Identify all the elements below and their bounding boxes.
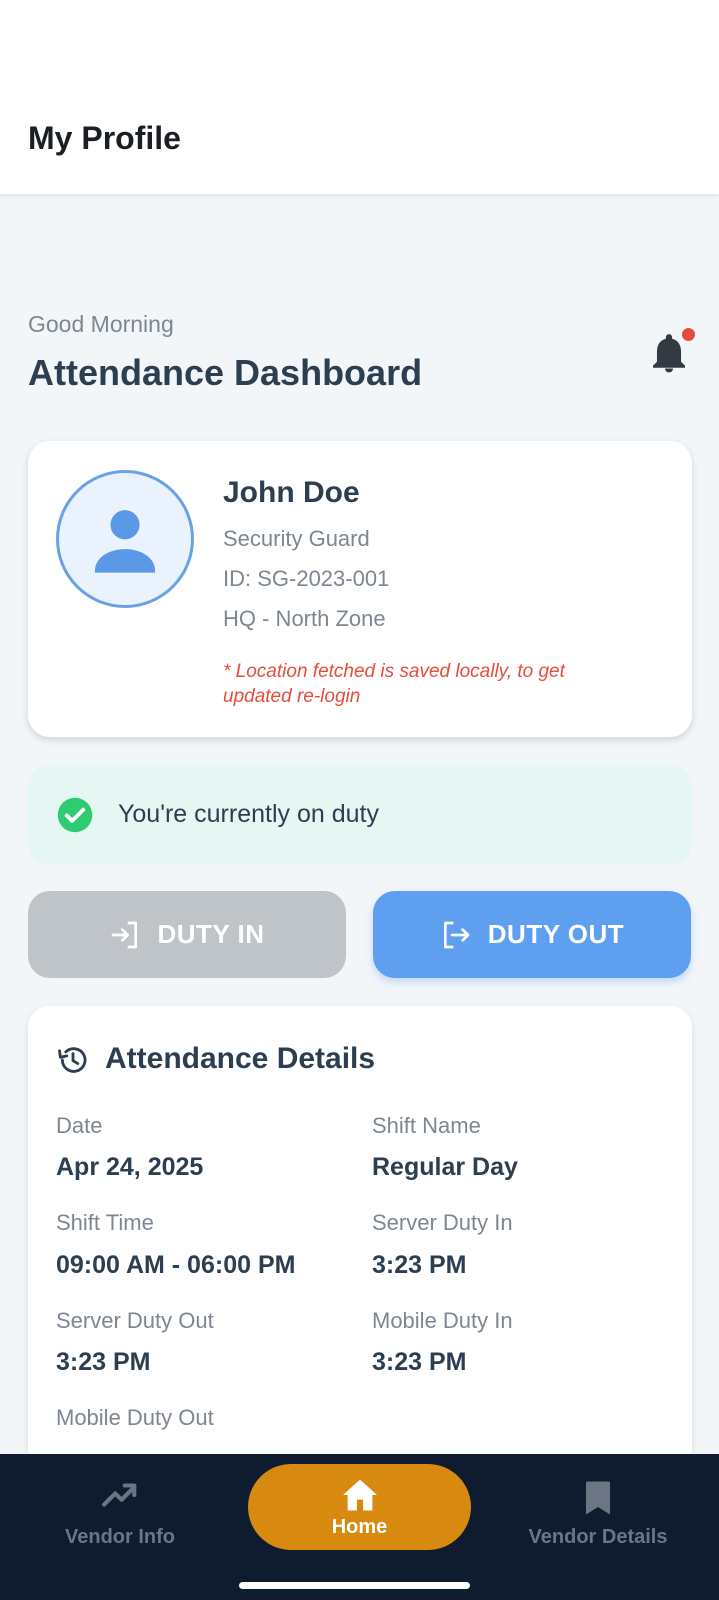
nav-vendor-info-label: Vendor Info	[65, 1526, 175, 1548]
shift-time-value: 09:00 AM - 06:00 PM	[56, 1251, 296, 1279]
server-duty-out-label: Server Duty Out	[56, 1308, 214, 1333]
bottom-nav: Vendor Info Home Vendor Details	[0, 1454, 719, 1600]
attendance-details-title: Attendance Details	[105, 1042, 376, 1075]
profile-card: John Doe Security Guard ID: SG-2023-001 …	[28, 441, 692, 737]
shift-name-value: Regular Day	[372, 1153, 518, 1181]
location-note-line-1: * Location fetched is saved locally, to …	[223, 661, 565, 682]
trending-up-icon	[102, 1483, 137, 1507]
profile-name: John Doe	[223, 476, 360, 509]
date-label: Date	[56, 1113, 103, 1138]
duty-out-button[interactable]: DUTY OUT	[373, 891, 691, 978]
duty-out-label: DUTY OUT	[487, 919, 625, 949]
profile-id: ID: SG-2023-001	[223, 566, 390, 591]
page-title: My Profile	[28, 120, 181, 156]
login-icon	[112, 921, 138, 948]
profile-role: Security Guard	[223, 526, 370, 551]
bookmark-icon	[586, 1481, 610, 1515]
mobile-duty-out-label: Mobile Duty Out	[56, 1405, 214, 1430]
shift-name-label: Shift Name	[372, 1113, 481, 1138]
location-note-line-2: updated re-login	[223, 686, 361, 707]
duty-in-button[interactable]: DUTY IN	[28, 891, 346, 978]
bell-icon[interactable]	[652, 334, 686, 374]
app-header: My Profile	[0, 0, 719, 194]
duty-status-text: You're currently on duty	[118, 800, 379, 828]
check-circle-icon	[57, 797, 93, 833]
avatar	[56, 470, 194, 608]
dashboard-title: Attendance Dashboard	[28, 352, 423, 393]
duty-in-label: DUTY IN	[157, 919, 265, 949]
nav-vendor-details-label: Vendor Details	[528, 1526, 668, 1548]
shift-time-label: Shift Time	[56, 1210, 154, 1235]
server-duty-in-value: 3:23 PM	[372, 1251, 467, 1279]
greeting-text: Good Morning	[28, 311, 174, 337]
server-duty-out-value: 3:23 PM	[56, 1348, 151, 1376]
notification-dot	[682, 328, 695, 341]
history-icon	[58, 1047, 87, 1073]
date-value: Apr 24, 2025	[56, 1153, 204, 1181]
location-note: * Location fetched is saved locally, to …	[223, 659, 663, 709]
home-icon	[342, 1479, 377, 1511]
nav-vendor-info[interactable]: Vendor Info	[40, 1480, 200, 1549]
nav-home[interactable]: Home	[248, 1464, 471, 1550]
duty-status-banner: You're currently on duty	[28, 765, 692, 864]
nav-home-label: Home	[331, 1516, 388, 1538]
server-duty-in-label: Server Duty In	[372, 1210, 513, 1235]
mobile-duty-in-label: Mobile Duty In	[372, 1308, 513, 1333]
gesture-bar	[239, 1582, 470, 1589]
profile-location: HQ - North Zone	[223, 606, 386, 631]
mobile-duty-in-value: 3:23 PM	[372, 1348, 467, 1376]
person-icon	[94, 510, 156, 573]
nav-vendor-details[interactable]: Vendor Details	[518, 1480, 678, 1549]
logout-icon	[443, 921, 470, 948]
